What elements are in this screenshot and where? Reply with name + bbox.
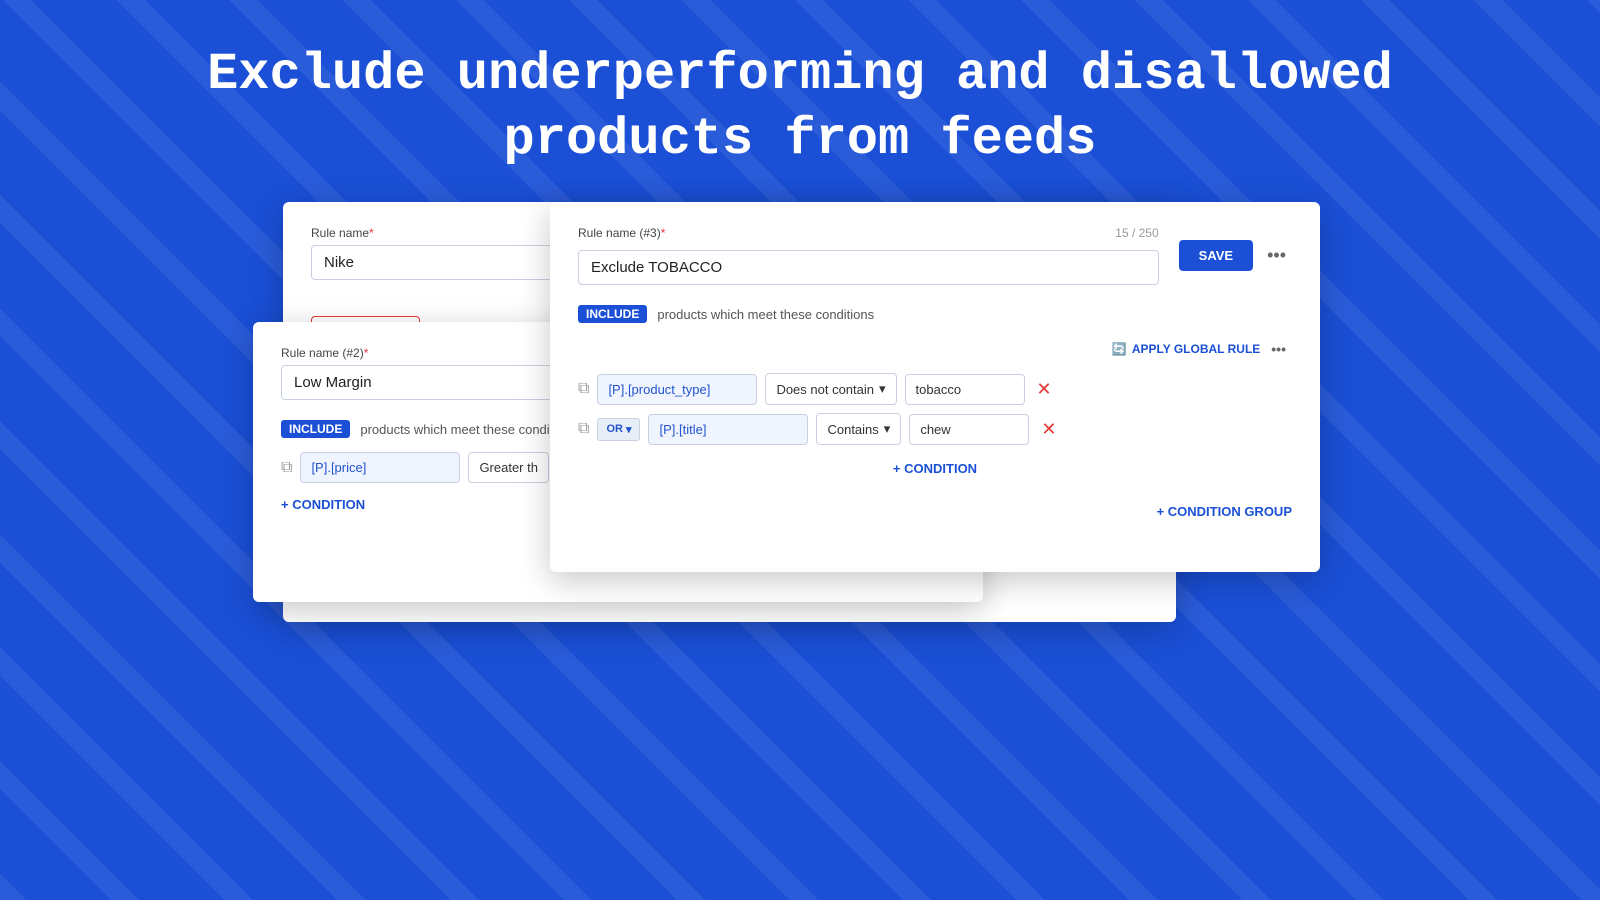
card3-row1-copy-icon[interactable]: ⧉ (578, 380, 589, 398)
headline: Exclude underperforming and disallowed p… (0, 0, 1600, 202)
card2-add-condition[interactable]: + CONDITION (281, 497, 365, 512)
card2-copy-icon[interactable]: ⧉ (281, 459, 292, 477)
card3-row1-field[interactable]: [P].[product_type] (597, 374, 757, 405)
card3-char-count: 15 / 250 (1115, 226, 1158, 240)
card3-row2-value[interactable]: chew (909, 414, 1029, 445)
headline-line1: Exclude underperforming and disallowed (207, 45, 1393, 104)
dropdown-chevron: ▾ (879, 381, 886, 397)
card3-include-badge: INCLUDE (578, 305, 647, 323)
apply-global-more[interactable]: ••• (1265, 337, 1292, 361)
card3-row1-operator[interactable]: Does not contain ▾ (765, 373, 896, 405)
card3-row2-field[interactable]: [P].[title] (648, 414, 808, 445)
or-dropdown-icon: ▾ (626, 423, 632, 436)
card3-row2-operator[interactable]: Contains ▾ (816, 413, 901, 445)
card3-row1-value[interactable]: tobacco (905, 374, 1025, 405)
apply-global-rule[interactable]: 🔄 APPLY GLOBAL RULE ••• (578, 337, 1292, 361)
card3-save-button[interactable]: SAVE (1179, 240, 1253, 271)
card2-field1[interactable]: [P].[price] (300, 452, 460, 483)
card3-row1-remove-btn[interactable]: ✕ (1033, 379, 1056, 400)
card3-label: Rule name (#3)* 15 / 250 (578, 226, 1159, 240)
global-icon: 🔄 (1112, 342, 1127, 356)
card2-operator1[interactable]: Greater th (468, 452, 549, 483)
headline-line2: products from feeds (504, 110, 1097, 169)
card3-section: INCLUDE products which meet these condit… (578, 305, 1292, 323)
card3-row2-remove-btn[interactable]: ✕ (1037, 419, 1060, 440)
card-exclude-tobacco: Rule name (#3)* 15 / 250 SAVE ••• INCLUD… (550, 202, 1320, 572)
card3-rule-name-input[interactable] (578, 250, 1159, 285)
card3-add-condition-group[interactable]: + CONDITION GROUP (1157, 504, 1292, 519)
card3-more-options[interactable]: ••• (1261, 241, 1292, 270)
card3-add-condition[interactable]: + CONDITION (893, 461, 977, 476)
card2-include-badge: INCLUDE (281, 420, 350, 438)
dropdown-chevron2: ▾ (884, 421, 891, 437)
card3-row2-copy-icon[interactable]: ⧉ (578, 420, 589, 438)
card3-condition-row2: ⧉ OR ▾ [P].[title] Contains ▾ chew ✕ (578, 413, 1292, 445)
card3-condition-row1: ⧉ [P].[product_type] Does not contain ▾ … (578, 373, 1292, 405)
or-badge[interactable]: OR ▾ (597, 418, 640, 441)
